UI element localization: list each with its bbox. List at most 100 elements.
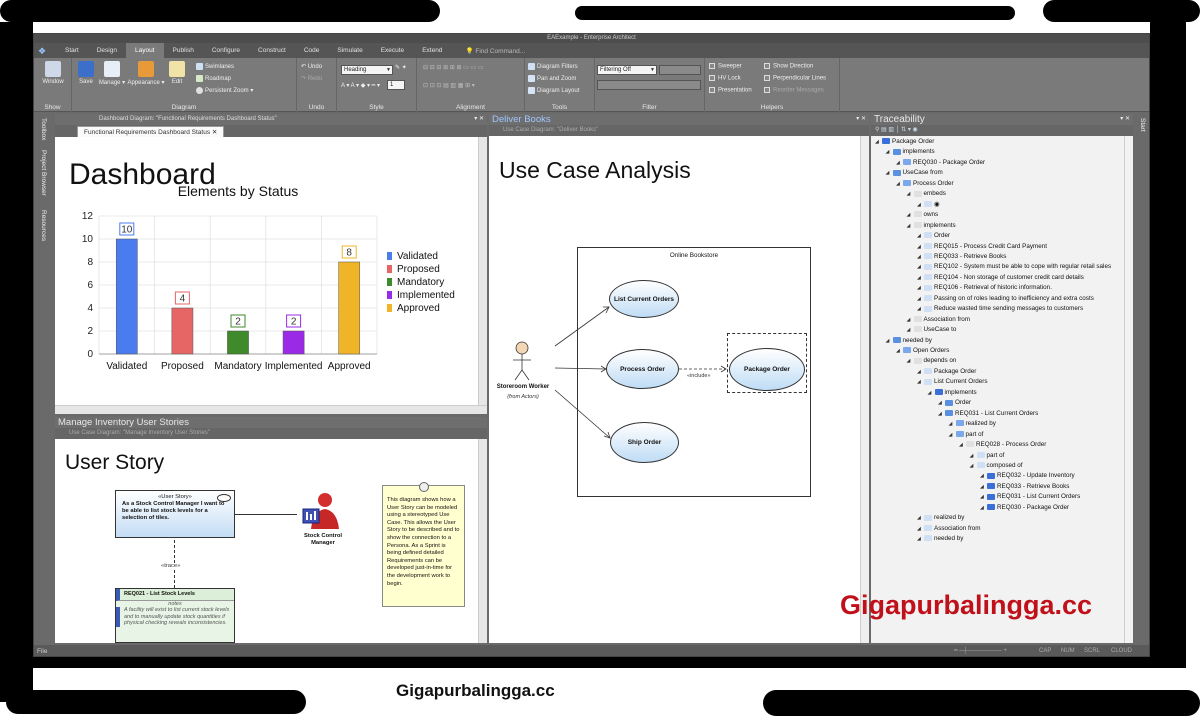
expand-toggle-icon[interactable]: ◢ <box>917 514 924 522</box>
trace-tree-item[interactable]: ◢ composed of <box>970 462 1023 470</box>
expand-toggle-icon[interactable]: ◢ <box>970 452 977 460</box>
reorder-messages-checkbox[interactable]: Reorder Messages <box>764 87 824 94</box>
trace-tree-item[interactable]: ◢ part of <box>949 431 984 439</box>
start-tab[interactable]: Start <box>1139 118 1146 132</box>
expand-toggle-icon[interactable]: ◢ <box>980 483 987 491</box>
trace-tree-item[interactable]: ◢ Association from <box>917 525 981 533</box>
tab-code[interactable]: Code <box>295 43 329 58</box>
app-menu-icon[interactable]: ❖ <box>38 45 56 57</box>
tab-extend[interactable]: Extend <box>413 43 451 58</box>
expand-toggle-icon[interactable]: ◢ <box>917 284 924 292</box>
trace-tree-item[interactable]: ◢ REQ033 - Retrieve Books <box>980 483 1069 491</box>
trace-tree-item[interactable]: ◢ UseCase from <box>886 169 943 177</box>
trace-tree-item[interactable]: ◢ implements <box>907 222 956 230</box>
trace-tree-item[interactable]: ◢ depends on <box>907 357 957 365</box>
expand-toggle-icon[interactable]: ◢ <box>980 472 987 480</box>
expand-toggle-icon[interactable]: ◢ <box>886 337 893 345</box>
manage-button[interactable]: Manage ▾ <box>98 61 126 86</box>
panel-controls-icon[interactable]: ▾ ✕ <box>474 114 484 125</box>
vertical-scrollbar[interactable] <box>860 136 869 643</box>
trace-tree-item[interactable]: ◢ implements <box>886 148 935 156</box>
perpendicular-lines-checkbox[interactable]: Perpendicular Lines <box>764 75 826 82</box>
expand-toggle-icon[interactable]: ◢ <box>886 169 893 177</box>
use-case-list-current-orders[interactable]: List Current Orders <box>609 280 679 318</box>
user-story-element[interactable]: «User Story» As a Stock Control Manager … <box>115 490 235 538</box>
tab-start[interactable]: Start <box>56 43 88 58</box>
trace-tree-item[interactable]: ◢ UseCase to <box>907 326 957 334</box>
find-command[interactable]: 💡 Find Command... <box>465 47 525 55</box>
expand-toggle-icon[interactable]: ◢ <box>959 441 966 449</box>
trace-tree-item[interactable]: ◢ REQ031 - List Current Orders <box>980 493 1080 501</box>
tab-layout[interactable]: Layout <box>125 43 164 58</box>
distribute-icons[interactable]: ⊡ ⊡ ⊡ ▤ ▥ ▦ ⊞ ▾ <box>423 82 475 89</box>
tab-design[interactable]: Design <box>88 43 126 58</box>
expand-toggle-icon[interactable]: ◢ <box>907 190 914 198</box>
trace-tree-item[interactable]: ◢ Passing on of roles leading to ineffici… <box>917 295 1094 303</box>
trace-tree-item[interactable]: ◢ Order <box>938 399 971 407</box>
traceability-toolbar[interactable]: ⚲ ▤ ▥ │ ⇅ ▾ ◉ <box>871 125 1133 136</box>
expand-toggle-icon[interactable]: ◢ <box>980 493 987 501</box>
format-painter-icon[interactable]: ✎ ✦ <box>395 64 407 71</box>
hv-lock-checkbox[interactable]: HV Lock <box>709 75 741 82</box>
expand-toggle-icon[interactable]: ◢ <box>907 316 914 324</box>
heading-style-combo[interactable]: Heading ▼ <box>341 65 393 75</box>
trace-tree-item[interactable]: ◢ embeds <box>907 190 946 198</box>
line-width-combo[interactable]: 1 <box>387 80 405 90</box>
use-case-process-order[interactable]: Process Order <box>606 349 679 389</box>
expand-toggle-icon[interactable]: ◢ <box>949 420 956 428</box>
pan-zoom-button[interactable]: Pan and Zoom <box>528 75 576 82</box>
expand-toggle-icon[interactable]: ◢ <box>917 368 924 376</box>
expand-toggle-icon[interactable]: ◢ <box>907 222 914 230</box>
requirement-element[interactable]: REQ021 - List Stock Levels notes A facil… <box>115 588 235 643</box>
tab-construct[interactable]: Construct <box>249 43 295 58</box>
toolbox-tab[interactable]: Toolbox <box>40 118 47 140</box>
trace-tree-item[interactable]: ◢ part of <box>970 452 1005 460</box>
expand-toggle-icon[interactable]: ◢ <box>917 263 924 271</box>
filter-combo[interactable]: Filtering Off ▼ <box>597 65 657 75</box>
trace-tree-item[interactable]: ◢ realized by <box>949 420 996 428</box>
edit-button[interactable]: Edit <box>166 61 188 85</box>
expand-toggle-icon[interactable]: ◢ <box>938 399 945 407</box>
expand-toggle-icon[interactable]: ◢ <box>980 504 987 512</box>
tab-execute[interactable]: Execute <box>372 43 414 58</box>
diagram-layout-button[interactable]: Diagram Layout <box>528 87 579 94</box>
vertical-scrollbar[interactable] <box>478 137 487 405</box>
presentation-checkbox[interactable]: Presentation <box>709 87 752 94</box>
expand-toggle-icon[interactable]: ◢ <box>896 347 903 355</box>
save-button[interactable]: Save <box>74 61 98 85</box>
trace-tree-item[interactable]: ◢ REQ033 - Retrieve Books <box>917 253 1006 261</box>
filter-value-combo[interactable] <box>659 65 701 75</box>
diagram-filters-button[interactable]: Diagram Filters <box>528 63 578 70</box>
expand-toggle-icon[interactable]: ◢ <box>917 378 924 386</box>
align-icons[interactable]: ⊟ ⊟ ⊟ ⊞ ⊞ ⊞ ▭ ▭ ▭ <box>423 64 484 71</box>
trace-tree-item[interactable]: ◢ REQ106 - Retrieval of historic informat… <box>917 284 1052 292</box>
trace-tree-item[interactable]: ◢ Package Order <box>917 368 976 376</box>
panel-controls-icon[interactable]: ▾ ✕ <box>1120 114 1130 125</box>
trace-tree-item[interactable]: ◢ owns <box>907 211 939 219</box>
expand-toggle-icon[interactable]: ◢ <box>875 138 882 146</box>
expand-toggle-icon[interactable]: ◢ <box>917 253 924 261</box>
expand-toggle-icon[interactable]: ◢ <box>907 211 914 219</box>
trace-tree-item[interactable]: ◢ Order <box>917 232 950 240</box>
expand-toggle-icon[interactable]: ◢ <box>896 180 903 188</box>
zoom-slider[interactable]: ━ ─┼──────── + <box>954 645 1007 656</box>
trace-tree-item[interactable]: ◢ REQ030 - Package Order <box>896 159 985 167</box>
expand-toggle-icon[interactable]: ◢ <box>917 201 924 209</box>
tab-configure[interactable]: Configure <box>203 43 249 58</box>
expand-toggle-icon[interactable]: ◢ <box>917 305 924 313</box>
appearance-button[interactable]: Appearance ▾ <box>126 61 166 86</box>
expand-toggle-icon[interactable]: ◢ <box>970 462 977 470</box>
expand-toggle-icon[interactable]: ◢ <box>938 410 945 418</box>
resources-tab[interactable]: Resources <box>40 210 47 241</box>
expand-toggle-icon[interactable]: ◢ <box>928 389 935 397</box>
expand-toggle-icon[interactable]: ◢ <box>917 274 924 282</box>
trace-tree-item[interactable]: ◢ needed by <box>886 337 932 345</box>
trace-tree-item[interactable]: ◢ REQ028 - Process Order <box>959 441 1046 449</box>
vertical-scrollbar[interactable] <box>1124 136 1133 643</box>
undo-button[interactable]: ↶ Undo <box>301 63 322 70</box>
roadmap-button[interactable]: Roadmap <box>196 75 231 82</box>
expand-toggle-icon[interactable]: ◢ <box>917 243 924 251</box>
sweeper-checkbox[interactable]: Sweeper <box>709 63 742 70</box>
expand-toggle-icon[interactable]: ◢ <box>886 148 893 156</box>
trace-tree-item[interactable]: ◢ Package Order <box>875 138 934 146</box>
